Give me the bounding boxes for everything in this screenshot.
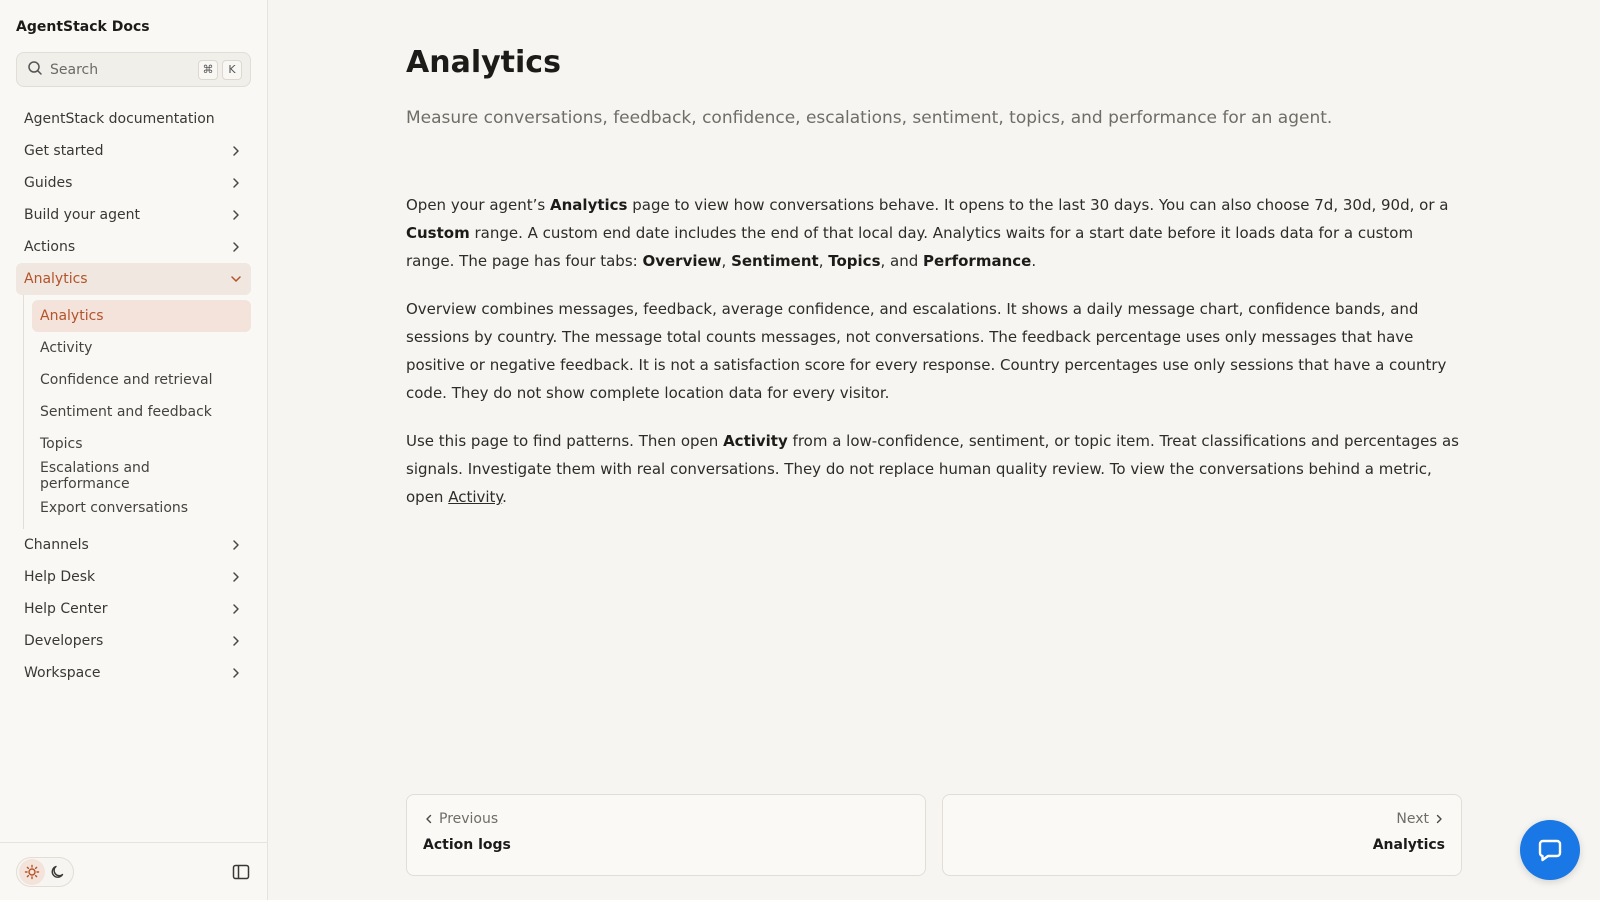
sidebar-panel-icon: [232, 864, 250, 879]
previous-label: Previous: [439, 811, 499, 827]
text-run: Use this page to find patterns. Then ope…: [406, 432, 724, 450]
theme-toggle[interactable]: [16, 856, 74, 887]
page-navigation: Previous Action logs Next Analytics: [406, 794, 1462, 876]
toggle-sidebar-button[interactable]: [230, 861, 252, 883]
strong-sentiment: Sentiment: [731, 252, 819, 270]
sun-icon: [24, 864, 40, 879]
strong-custom: Custom: [406, 224, 470, 242]
sidebar-item-workspace[interactable]: Workspace: [16, 657, 251, 689]
next-page-card[interactable]: Next Analytics: [942, 794, 1462, 876]
chevron-right-icon: [233, 636, 239, 646]
chevron-right-icon: [233, 146, 239, 156]
subnav-item-activity[interactable]: Activity: [32, 332, 251, 364]
search-icon: [27, 60, 43, 80]
sidebar-item-label: Help Center: [24, 601, 108, 617]
chevron-right-icon: [233, 178, 239, 188]
chat-bubble-icon: [1538, 839, 1562, 862]
text-run: , and: [880, 252, 924, 270]
paragraph-intro: Open your agent’s Analytics page to view…: [406, 191, 1462, 275]
paragraph-usage: Use this page to find patterns. Then ope…: [406, 427, 1462, 511]
sidebar-item-label: AgentStack documentation: [24, 111, 215, 127]
strong-activity: Activity: [723, 432, 788, 450]
sidebar-item-help-desk[interactable]: Help Desk: [16, 561, 251, 593]
search-placeholder: Search: [50, 61, 99, 78]
dark-mode-button[interactable]: [45, 859, 71, 885]
strong-performance: Performance: [923, 252, 1032, 270]
sidebar: AgentStack Docs Search ⌘ K AgentStack do…: [0, 0, 268, 900]
sidebar-item-help-center[interactable]: Help Center: [16, 593, 251, 625]
paragraph-overview: Overview combines messages, feedback, av…: [406, 300, 1447, 402]
subnav-item-sentiment-and-feedback[interactable]: Sentiment and feedback: [32, 396, 251, 428]
text-run: .: [502, 488, 507, 506]
sidebar-item-build-your-agent[interactable]: Build your agent: [16, 199, 251, 231]
sidebar-item-agentstack-documentation[interactable]: AgentStack documentation: [16, 103, 251, 135]
chevron-right-icon: [233, 540, 239, 550]
subnav-item-analytics[interactable]: Analytics: [32, 300, 251, 332]
sidebar-item-analytics[interactable]: Analytics: [16, 263, 251, 295]
search-box[interactable]: Search ⌘ K: [16, 52, 251, 87]
activity-link[interactable]: Activity: [448, 488, 502, 506]
sidebar-item-label: Get started: [24, 143, 104, 159]
sidebar-item-label: Guides: [24, 175, 73, 191]
chevron-right-icon: [233, 668, 239, 678]
text-run: ,: [818, 252, 829, 270]
chat-launcher-button[interactable]: [1520, 820, 1580, 880]
shortcut-mod-key: ⌘: [198, 59, 218, 80]
site-brand[interactable]: AgentStack Docs: [16, 19, 150, 35]
shortcut-k-key: K: [222, 59, 242, 80]
sidebar-nav: AgentStack documentation Get started Gui…: [16, 103, 251, 689]
chevron-right-icon: [1436, 814, 1442, 824]
sidebar-footer: [0, 842, 268, 900]
chevron-right-icon: [233, 572, 239, 582]
previous-page-card[interactable]: Previous Action logs: [406, 794, 926, 876]
sidebar-item-label: Build your agent: [24, 207, 140, 223]
subnav-item-confidence-and-retrieval[interactable]: Confidence and retrieval: [32, 364, 251, 396]
page-title: Analytics: [406, 45, 561, 80]
sidebar-item-label: Help Desk: [24, 569, 96, 585]
next-label-row: Next: [959, 811, 1445, 827]
strong-topics: Topics: [828, 252, 881, 270]
subnav-item-escalations-and-performance[interactable]: Escalations and performance: [32, 460, 251, 492]
chevron-down-icon: [231, 276, 241, 282]
article-body: Open your agent’s Analytics page to view…: [406, 191, 1462, 531]
subnav-item-export-conversations[interactable]: Export conversations: [32, 492, 251, 524]
sidebar-item-label: Channels: [24, 537, 89, 553]
text-run: .: [1031, 252, 1037, 270]
next-label: Next: [1396, 811, 1429, 827]
text-run: ,: [721, 252, 732, 270]
sidebar-item-guides[interactable]: Guides: [16, 167, 251, 199]
next-page-title: Analytics: [1372, 837, 1445, 853]
sidebar-item-label: Developers: [24, 633, 104, 649]
strong-overview: Overview: [642, 252, 722, 270]
text-run: page to view how conversations behave. I…: [627, 196, 1449, 214]
previous-label-row: Previous: [423, 811, 909, 827]
chevron-left-icon: [426, 814, 432, 824]
chevron-right-icon: [233, 210, 239, 220]
moon-icon: [51, 865, 64, 878]
light-mode-button[interactable]: [19, 858, 45, 885]
text-run: Open your agent’s: [406, 196, 551, 214]
previous-page-title: Action logs: [423, 837, 511, 853]
strong-analytics: Analytics: [550, 196, 628, 214]
sidebar-item-get-started[interactable]: Get started: [16, 135, 251, 167]
sidebar-item-label: Workspace: [24, 665, 101, 681]
sidebar-item-label: Analytics: [24, 271, 88, 287]
chevron-right-icon: [233, 604, 239, 614]
sidebar-item-developers[interactable]: Developers: [16, 625, 251, 657]
subnav-item-topics[interactable]: Topics: [32, 428, 251, 460]
page-subtitle: Measure conversations, feedback, confide…: [406, 108, 1333, 128]
sidebar-item-label: Actions: [24, 239, 76, 255]
sidebar-item-channels[interactable]: Channels: [16, 529, 251, 561]
sidebar-item-actions[interactable]: Actions: [16, 231, 251, 263]
analytics-subnav: Analytics Activity Confidence and retrie…: [23, 295, 251, 529]
chevron-right-icon: [233, 242, 239, 252]
